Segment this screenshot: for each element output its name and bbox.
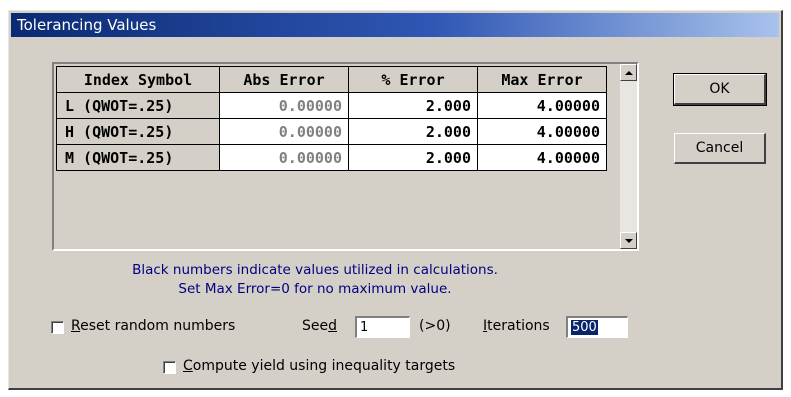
iterations-label: Iterations <box>483 318 550 334</box>
seed-input[interactable]: 1 <box>355 316 410 338</box>
title-bar[interactable]: Tolerancing Values <box>11 13 779 37</box>
row-symbol-cell: H (QWOT=.25) <box>56 118 220 145</box>
tolerance-table: Index Symbol Abs Error % Error Max Error… <box>56 66 607 171</box>
compute-yield-checkbox[interactable] <box>163 361 176 374</box>
ok-button[interactable]: OK <box>673 73 767 106</box>
scroll-down-button[interactable] <box>620 232 637 249</box>
pct-error-cell[interactable]: 2.000 <box>348 92 478 119</box>
compute-yield-label[interactable]: Compute yield using inequality targets <box>183 358 455 374</box>
info-text-line-2: Set Max Error=0 for no maximum value. <box>178 281 452 297</box>
row-symbol-cell: L (QWOT=.25) <box>56 92 220 119</box>
seed-label: Seed <box>302 318 338 334</box>
column-header-max-error[interactable]: Max Error <box>477 66 607 93</box>
column-header-index-symbol[interactable]: Index Symbol <box>56 66 220 93</box>
column-header-pct-error[interactable]: % Error <box>348 66 478 93</box>
column-header-abs-error[interactable]: Abs Error <box>219 66 349 93</box>
reset-random-label[interactable]: Reset random numbers <box>71 318 235 334</box>
abs-error-cell[interactable]: 0.00000 <box>219 92 349 119</box>
window-title: Tolerancing Values <box>17 16 157 34</box>
row-symbol-cell: M (QWOT=.25) <box>56 144 220 171</box>
max-error-cell[interactable]: 4.00000 <box>477 92 607 119</box>
arrow-up-icon <box>624 70 633 75</box>
table-row: H (QWOT=.25) 0.00000 2.000 4.00000 <box>56 118 607 145</box>
iterations-selected-text: 500 <box>571 320 598 335</box>
max-error-cell[interactable]: 4.00000 <box>477 144 607 171</box>
max-error-cell[interactable]: 4.00000 <box>477 118 607 145</box>
abs-error-cell[interactable]: 0.00000 <box>219 118 349 145</box>
scroll-up-button[interactable] <box>620 64 637 81</box>
table-header-row: Index Symbol Abs Error % Error Max Error <box>56 66 607 93</box>
tolerance-grid: Index Symbol Abs Error % Error Max Error… <box>52 62 639 251</box>
table-row: L (QWOT=.25) 0.00000 2.000 4.00000 <box>56 92 607 119</box>
info-text-line-1: Black numbers indicate values utilized i… <box>132 262 498 278</box>
seed-hint: (>0) <box>419 318 451 334</box>
cancel-button[interactable]: Cancel <box>674 133 766 164</box>
table-row: M (QWOT=.25) 0.00000 2.000 4.00000 <box>56 144 607 171</box>
abs-error-cell[interactable]: 0.00000 <box>219 144 349 171</box>
vertical-scrollbar[interactable] <box>620 64 637 249</box>
pct-error-cell[interactable]: 2.000 <box>348 118 478 145</box>
tolerancing-dialog: Tolerancing Values Index Symbol Abs Erro… <box>8 10 783 390</box>
iterations-input[interactable]: 500 <box>566 316 628 338</box>
arrow-down-icon <box>624 238 633 243</box>
reset-random-checkbox[interactable] <box>51 321 64 334</box>
pct-error-cell[interactable]: 2.000 <box>348 144 478 171</box>
